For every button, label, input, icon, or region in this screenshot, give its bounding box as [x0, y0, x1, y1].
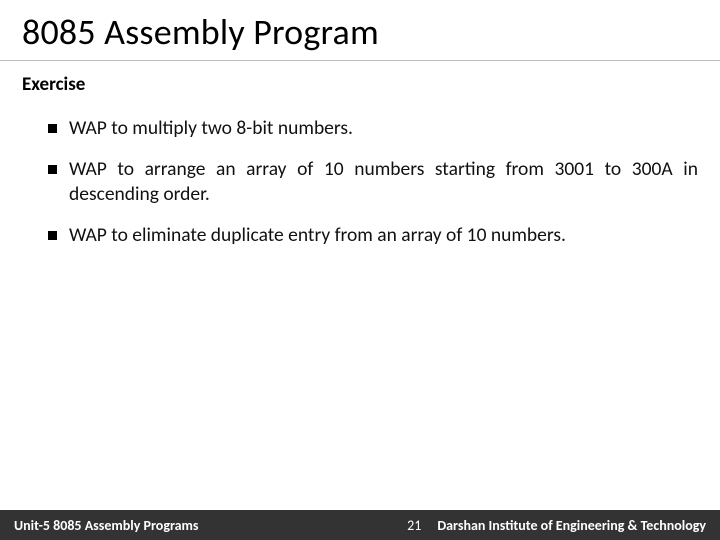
footer-unit: Unit-5 8085 Assembly Programs — [0, 517, 199, 534]
list-item: WAP to arrange an array of 10 numbers st… — [48, 157, 698, 207]
title-bar: 8085 Assembly Program — [0, 0, 720, 61]
list-item: WAP to multiply two 8-bit numbers. — [48, 116, 698, 141]
footer-institution: Darshan Institute of Engineering & Techn… — [437, 517, 720, 534]
footer-bar: Unit-5 8085 Assembly Programs 21 Darshan… — [0, 510, 720, 540]
list-item-text: WAP to eliminate duplicate entry from an… — [69, 223, 698, 248]
section-heading: Exercise — [0, 61, 720, 100]
square-bullet-icon — [48, 124, 57, 133]
bullet-list: WAP to multiply two 8-bit numbers. WAP t… — [0, 100, 720, 248]
square-bullet-icon — [48, 231, 57, 240]
list-item-text: WAP to arrange an array of 10 numbers st… — [69, 157, 698, 207]
square-bullet-icon — [48, 165, 57, 174]
slide: 8085 Assembly Program Exercise WAP to mu… — [0, 0, 720, 540]
list-item: WAP to eliminate duplicate entry from an… — [48, 223, 698, 248]
slide-title: 8085 Assembly Program — [22, 10, 698, 54]
footer-page-number: 21 — [391, 517, 437, 534]
list-item-text: WAP to multiply two 8-bit numbers. — [69, 116, 698, 141]
